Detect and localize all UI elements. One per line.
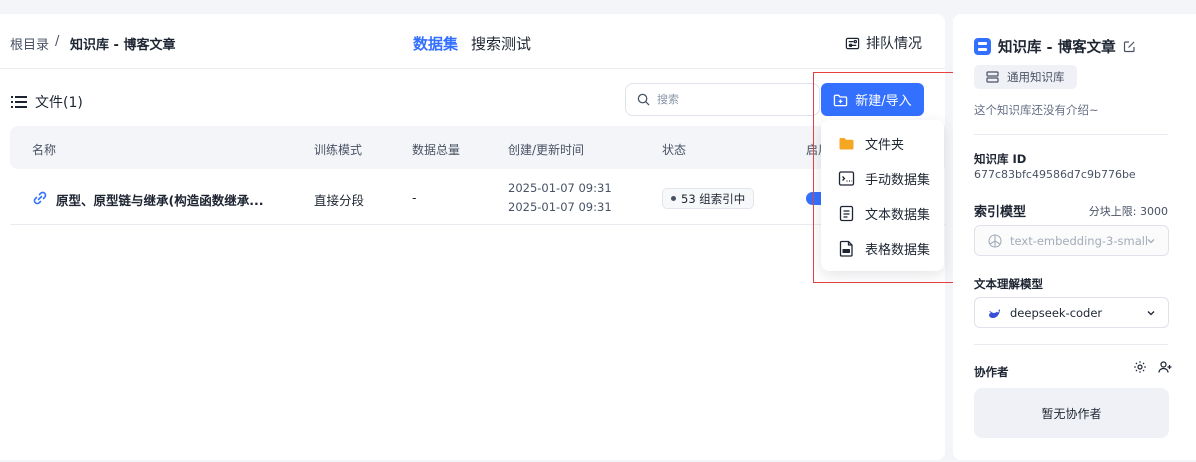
link-icon — [33, 191, 47, 205]
breadcrumb-current: 知识库 - 博客文章 — [70, 38, 176, 53]
file-name[interactable]: 原型、原型链与继承(构造函数继承... — [56, 190, 263, 209]
breadcrumb-root[interactable]: 根目录 — [10, 34, 49, 53]
files-title: 文件(1) — [35, 95, 83, 111]
chunk-limit: 分块上限: 3000 — [1088, 205, 1168, 218]
no-collaborators-text: 暂无协作者 — [1041, 406, 1102, 421]
column-header-status: 状态 — [662, 143, 687, 157]
kb-description: 这个知识库还没有介绍~ — [974, 103, 1099, 117]
edit-icon[interactable] — [1123, 40, 1136, 53]
kb-title: 知识库 - 博客文章 — [998, 40, 1116, 56]
column-header-total: 数据总量 — [412, 143, 461, 157]
text-model-value: deepseek-coder — [1010, 305, 1103, 320]
data-total: - — [412, 190, 417, 205]
status-badge: 53 组索引中 — [662, 188, 755, 209]
search-box[interactable] — [625, 83, 820, 116]
gear-icon[interactable] — [1133, 360, 1147, 374]
column-header-time: 创建/更新时间 — [508, 143, 585, 157]
dataset-panel: 根目录 / 知识库 - 博客文章 数据集 搜索测试 排队情况 文件(1) 搜索 … — [0, 14, 945, 460]
deepseek-icon — [989, 308, 1000, 318]
no-collaborators-box: 暂无协作者 — [974, 388, 1169, 438]
search-icon — [637, 93, 650, 106]
status-text: 53 组索引中 — [681, 191, 746, 206]
tab-dataset[interactable]: 数据集 — [413, 33, 458, 54]
breadcrumb-separator: / — [55, 34, 60, 49]
queue-status-button[interactable]: 排队情况 — [845, 33, 922, 53]
files-header: 文件(1) — [11, 92, 83, 112]
top-bar: 根目录 / 知识库 - 博客文章 数据集 搜索测试 排队情况 — [0, 14, 945, 69]
kb-type-badge: 通用知识库 — [974, 65, 1077, 89]
status-dot-icon — [671, 196, 676, 201]
kb-title-row: 知识库 - 博客文章 — [974, 36, 1136, 57]
knowledge-base-sidebar: 知识库 - 博客文章 通用知识库 这个知识库还没有介绍~ 知识库 ID 677c… — [953, 14, 1196, 460]
collaborator-actions — [1133, 360, 1172, 374]
text-model-label: 文本理解模型 — [974, 277, 1043, 291]
training-mode: 直接分段 — [314, 193, 365, 208]
chevron-down-icon — [1147, 311, 1155, 316]
table-header: 名称 训练模式 数据总量 创建/更新时间 状态 启用 — [10, 126, 945, 169]
updated-time: 2025-01-07 09:31 — [508, 200, 612, 214]
embedding-model-value: text-embedding-3-small — [1010, 233, 1149, 248]
divider — [974, 134, 1168, 135]
chevron-down-icon — [1147, 239, 1155, 244]
index-model-label: 索引模型 — [974, 205, 1027, 220]
server-icon — [986, 71, 999, 83]
add-user-icon[interactable] — [1158, 360, 1172, 374]
queue-icon — [845, 37, 860, 49]
database-icon — [974, 38, 991, 55]
text-model-select[interactable]: deepseek-coder — [974, 297, 1169, 328]
highlight-box — [813, 72, 959, 283]
table-row[interactable]: 原型、原型链与继承(构造函数继承... 直接分段 - 2025-01-07 09… — [10, 169, 945, 225]
kb-type-label: 通用知识库 — [1007, 70, 1065, 84]
tab-search-test[interactable]: 搜索测试 — [471, 33, 531, 54]
column-header-name: 名称 — [32, 143, 57, 157]
divider — [974, 344, 1168, 345]
embedding-model-select[interactable]: text-embedding-3-small — [974, 225, 1169, 256]
search-input[interactable] — [657, 93, 807, 106]
queue-label: 排队情况 — [866, 36, 922, 52]
kb-id-label: 知识库 ID — [974, 152, 1027, 166]
openai-icon — [988, 233, 1002, 248]
column-header-mode: 训练模式 — [314, 143, 363, 157]
created-time: 2025-01-07 09:31 — [508, 181, 612, 195]
list-icon — [11, 96, 27, 108]
collaborators-label: 协作者 — [974, 365, 1009, 379]
kb-id-value: 677c83bfc49586d7c9b776be — [974, 168, 1136, 181]
